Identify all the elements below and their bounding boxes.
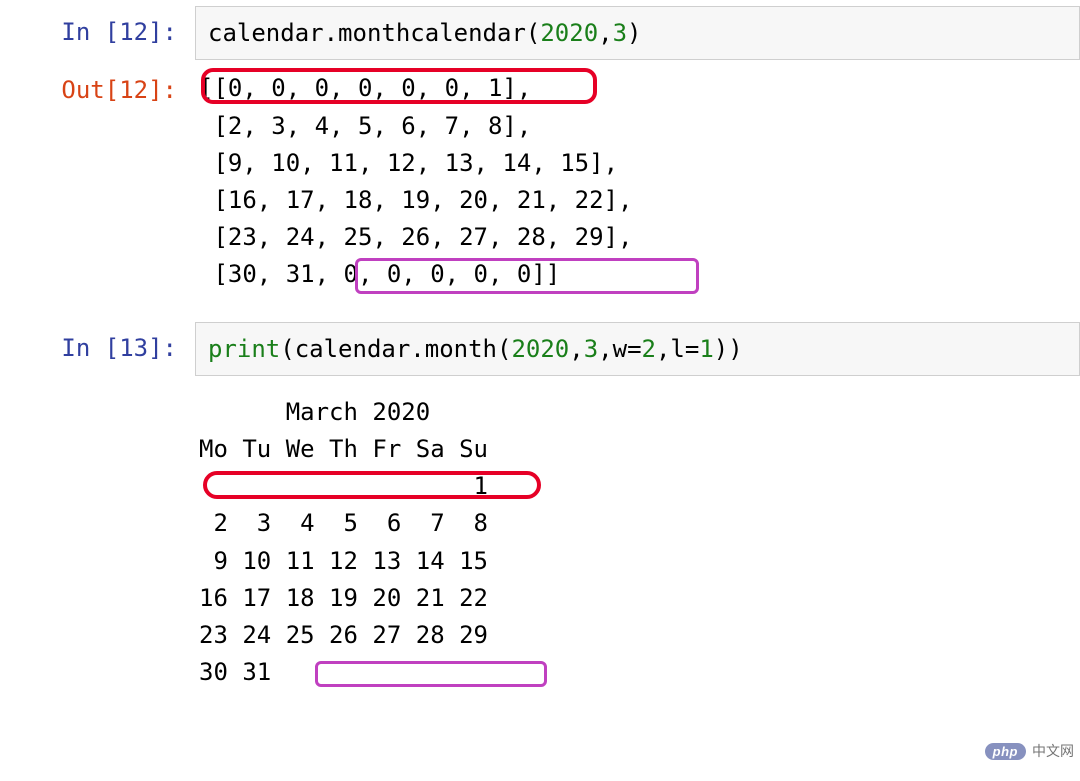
cal-line: 9 10 11 12 13 14 15	[199, 543, 1080, 580]
out-close: ]:	[148, 76, 177, 104]
tok-dot: .	[410, 335, 424, 363]
php-logo-icon: php	[985, 743, 1026, 760]
output-line: [16, 17, 18, 19, 20, 21, 22],	[199, 182, 1080, 219]
tok-year: 2020	[511, 335, 569, 363]
in-close: ]:	[148, 334, 177, 362]
output-line: [9, 10, 11, 12, 13, 14, 15],	[199, 145, 1080, 182]
cal-line: Mo Tu We Th Fr Sa Su	[199, 431, 1080, 468]
output-line: [2, 3, 4, 5, 6, 7, 8],	[199, 108, 1080, 145]
tok-comma: ,	[569, 335, 583, 363]
code-input-12[interactable]: calendar.monthcalendar(2020,3)	[195, 6, 1080, 60]
in-close: ]:	[148, 18, 177, 46]
tok-l: l	[670, 335, 684, 363]
out-label: Out[	[61, 76, 119, 104]
cell-12-input: In [12]: calendar.monthcalendar(2020,3)	[0, 6, 1080, 60]
tok-paren-close: )	[714, 335, 728, 363]
tok-month: 3	[613, 19, 627, 47]
tok-paren2: (	[497, 335, 511, 363]
in-label: In [	[61, 18, 119, 46]
tok-calendar: calendar	[295, 335, 411, 363]
tok-paren-close2: )	[728, 335, 742, 363]
code-input-13[interactable]: print(calendar.month(2020,3,w=2,l=1))	[195, 322, 1080, 376]
cell-13-input: In [13]: print(calendar.month(2020,3,w=2…	[0, 322, 1080, 376]
in-label: In [	[61, 334, 119, 362]
cal-line: 2 3 4 5 6 7 8	[199, 505, 1080, 542]
tok-paren-open: (	[526, 19, 540, 47]
tok-month: month	[425, 335, 497, 363]
out-num: 12	[119, 76, 148, 104]
tok-1: 1	[699, 335, 713, 363]
output-12: [[0, 0, 0, 0, 0, 0, 1], [2, 3, 4, 5, 6, …	[195, 64, 1080, 299]
tok-calendar: calendar	[208, 19, 324, 47]
cal-line: 16 17 18 19 20 21 22	[199, 580, 1080, 617]
tok-print: print	[208, 335, 280, 363]
tok-eq: =	[627, 335, 641, 363]
output-line: [[0, 0, 0, 0, 0, 0, 1],	[199, 70, 1080, 107]
in-num: 13	[119, 334, 148, 362]
in-prompt-12: In [12]:	[0, 6, 195, 46]
tok-method: monthcalendar	[338, 19, 526, 47]
output-line: [30, 31, 0, 0, 0, 0, 0]]	[199, 256, 1080, 293]
tok-paren-close: )	[627, 19, 641, 47]
tok-comma2: ,	[598, 335, 612, 363]
tok-comma: ,	[598, 19, 612, 47]
in-prompt-13: In [13]:	[0, 322, 195, 362]
tok-comma3: ,	[656, 335, 670, 363]
cal-line: 30 31	[199, 654, 1080, 691]
watermark: php 中文网	[985, 741, 1074, 761]
cal-line: March 2020	[199, 394, 1080, 431]
tok-monthnum: 3	[584, 335, 598, 363]
cal-line: 1	[199, 468, 1080, 505]
output-line: [23, 24, 25, 26, 27, 28, 29],	[199, 219, 1080, 256]
tok-paren: (	[280, 335, 294, 363]
tok-year: 2020	[540, 19, 598, 47]
tok-eq2: =	[685, 335, 699, 363]
cal-line: 23 24 25 26 27 28 29	[199, 617, 1080, 654]
tok-dot: .	[324, 19, 338, 47]
in-num: 12	[119, 18, 148, 46]
cell-12-output: Out[12]: [[0, 0, 0, 0, 0, 0, 1], [2, 3, …	[0, 64, 1080, 299]
output-13: March 2020 Mo Tu We Th Fr Sa Su 1 2 3 4 …	[195, 380, 1080, 692]
tok-2: 2	[642, 335, 656, 363]
watermark-text: 中文网	[1032, 741, 1074, 761]
out-prompt-12: Out[12]:	[0, 64, 195, 104]
tok-w: w	[613, 335, 627, 363]
